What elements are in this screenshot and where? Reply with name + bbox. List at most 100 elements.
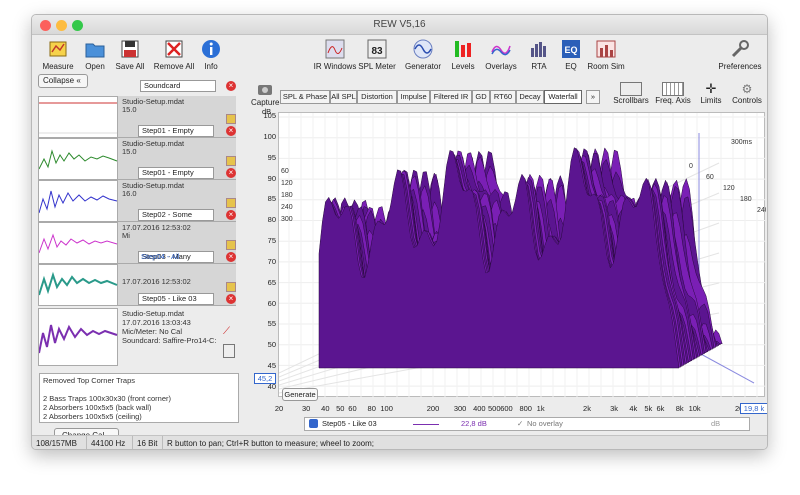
edit-icon[interactable] [226, 198, 236, 208]
x-tick-label: 1k [536, 404, 545, 413]
measurement-row[interactable]: Step04 - All 17.07.2016 12:53:02 Step05 … [38, 252, 236, 306]
notes-line: 2 Absorbers 100x5x5 (ceiling) [43, 412, 142, 421]
sample-rate: 44100 Hz [86, 436, 125, 449]
capture-button[interactable]: Capture [251, 82, 279, 107]
overlay-check-icon[interactable]: ✓ [517, 418, 523, 430]
legend-unit: dB [711, 419, 721, 428]
overlays-label: Overlays [485, 62, 517, 71]
tab-distortion[interactable]: Distortion [357, 90, 397, 104]
measurement-soundcard: Soundcard: Saffire-Pro14-C: [122, 337, 217, 345]
tab-all-spl[interactable]: All SPL [330, 90, 357, 104]
room-sim-button[interactable]: Room Sim [581, 38, 631, 71]
close-window-button[interactable] [40, 20, 51, 31]
tab-rt60[interactable]: RT60 [490, 90, 516, 104]
zoom-window-button[interactable] [72, 20, 83, 31]
measurement-name-field[interactable]: Step01 - Empty [138, 167, 214, 179]
folder-icon [85, 43, 105, 58]
more-tabs-button[interactable]: » [586, 90, 600, 104]
x-tick-label: 300 [453, 404, 467, 413]
legend-value: 22,8 dB [461, 419, 487, 428]
measurement-date: 17.07.2016 13:03:43 [122, 318, 191, 327]
edit-icon[interactable] [226, 282, 236, 292]
legend-series-name: Step05 - Like 03 [322, 419, 377, 428]
measurement-name-field[interactable]: Step04 - All [138, 252, 214, 264]
tab-filtered-ir[interactable]: Filtered IR [430, 90, 472, 104]
y-tick-label: 65 [267, 277, 276, 287]
measurement-row[interactable]: Studio-Setup.mdat 16.0 Step02 - Some × [38, 180, 236, 222]
measurement-name-field[interactable]: Step02 - Some [138, 209, 214, 221]
title-bar: REW V5,16 [32, 15, 767, 35]
delete-icon[interactable]: × [226, 294, 236, 304]
gear-icon: ⚙ [741, 82, 753, 96]
measurement-notes[interactable]: Removed Top Corner Traps 2 Bass Traps 10… [39, 373, 239, 423]
save-all-label: Save All [115, 62, 145, 71]
legend-overlay: No overlay [527, 419, 563, 428]
x-tick-label: 600 [500, 404, 513, 413]
generate-button[interactable]: Generate [282, 388, 318, 401]
remove-icon [165, 40, 183, 58]
cal-icon[interactable]: ⟋ [223, 326, 235, 338]
status-bar: 108/157MB 44100 Hz 16 Bit R button to pa… [32, 435, 767, 449]
waterfall-graph[interactable]: 060120180240300300ms60120180240300 [278, 112, 767, 398]
measurement-thumbnail [38, 264, 118, 306]
soundcard-field[interactable]: Soundcard [140, 80, 216, 92]
measurement-row[interactable]: Studio-Setup.mdat 15.0 Step01 - Empty × [38, 96, 236, 138]
tab-decay[interactable]: Decay [516, 90, 544, 104]
measurement-row[interactable]: Studio-Setup.mdat 15.0 Step01 - Empty × [38, 138, 236, 180]
freq-axis-button[interactable]: Freq. Axis [652, 82, 694, 105]
measurement-name-field[interactable]: Step01 - Empty [138, 125, 214, 137]
delete-icon[interactable]: × [226, 252, 236, 262]
generator-label: Generator [404, 62, 442, 71]
controls-label: Controls [732, 96, 762, 105]
spl-meter-value: 83 [371, 46, 383, 57]
y-tick-label: 105 [263, 111, 276, 120]
delete-icon[interactable]: × [226, 126, 236, 136]
generator-icon [413, 39, 433, 59]
collapse-button[interactable]: Collapse « [38, 74, 88, 88]
measurement-file: 17.07.2016 12:53:02 [122, 277, 191, 286]
tab-spl-phase[interactable]: SPL & Phase [280, 90, 330, 104]
delete-icon[interactable]: × [226, 210, 236, 220]
ir-windows-icon [325, 39, 345, 59]
preferences-button[interactable]: Preferences [714, 38, 766, 71]
y-tick-label: 55 [267, 319, 276, 329]
notes-icon[interactable] [223, 344, 235, 358]
tab-impulse[interactable]: Impulse [397, 90, 430, 104]
soundcard-delete-icon[interactable]: × [226, 81, 236, 91]
overlays-icon [491, 45, 511, 56]
edit-icon[interactable] [226, 240, 236, 250]
window-title: REW V5,16 [373, 19, 426, 30]
freq-axis-label: Freq. Axis [655, 96, 691, 105]
eq-label: EQ [565, 62, 577, 71]
y-tick-label: 90 [267, 173, 276, 183]
capture-label: Capture [251, 98, 280, 107]
info-button[interactable]: Info [186, 38, 236, 71]
time-axis-label: 300ms [731, 139, 753, 146]
time-tick-label: 240 [757, 207, 766, 214]
notes-line: 2 Absorbers 100x5x5 (back wall) [43, 403, 152, 412]
x-tick-label: 200 [426, 404, 440, 413]
waterfall-plot[interactable]: 060120180240300300ms60120180240300 [278, 113, 767, 398]
legend-checkbox[interactable] [309, 419, 318, 428]
tab-waterfall[interactable]: Waterfall [544, 90, 582, 104]
scrollbars-button[interactable]: Scrollbars [610, 82, 652, 105]
minimize-window-button[interactable] [56, 20, 67, 31]
y-cursor-readout: 45,2 [254, 373, 276, 384]
tab-gd[interactable]: GD [472, 90, 490, 104]
measurement-thumbnail [38, 138, 118, 180]
y-tick-label: 95 [267, 152, 276, 162]
controls-button[interactable]: ⚙ Controls [726, 82, 767, 105]
eq-icon: EQ [562, 40, 580, 58]
measurement-thumbnail [38, 222, 118, 264]
collapse-label: Collapse [43, 76, 75, 85]
delete-icon[interactable]: × [226, 168, 236, 178]
measurement-thumbnail [38, 96, 118, 138]
freq-axis-icon [662, 82, 684, 96]
measurement-row-selected[interactable]: Studio-Setup.mdat 17.07.2016 13:03:43 Mi… [38, 308, 236, 366]
edit-icon[interactable] [226, 156, 236, 166]
wrench-icon [731, 40, 749, 58]
limits-label: Limits [700, 96, 722, 105]
legend-line-swatch [413, 424, 439, 425]
measurement-name-field[interactable]: Step05 - Like 03 [138, 293, 214, 305]
edit-icon[interactable] [226, 114, 236, 124]
